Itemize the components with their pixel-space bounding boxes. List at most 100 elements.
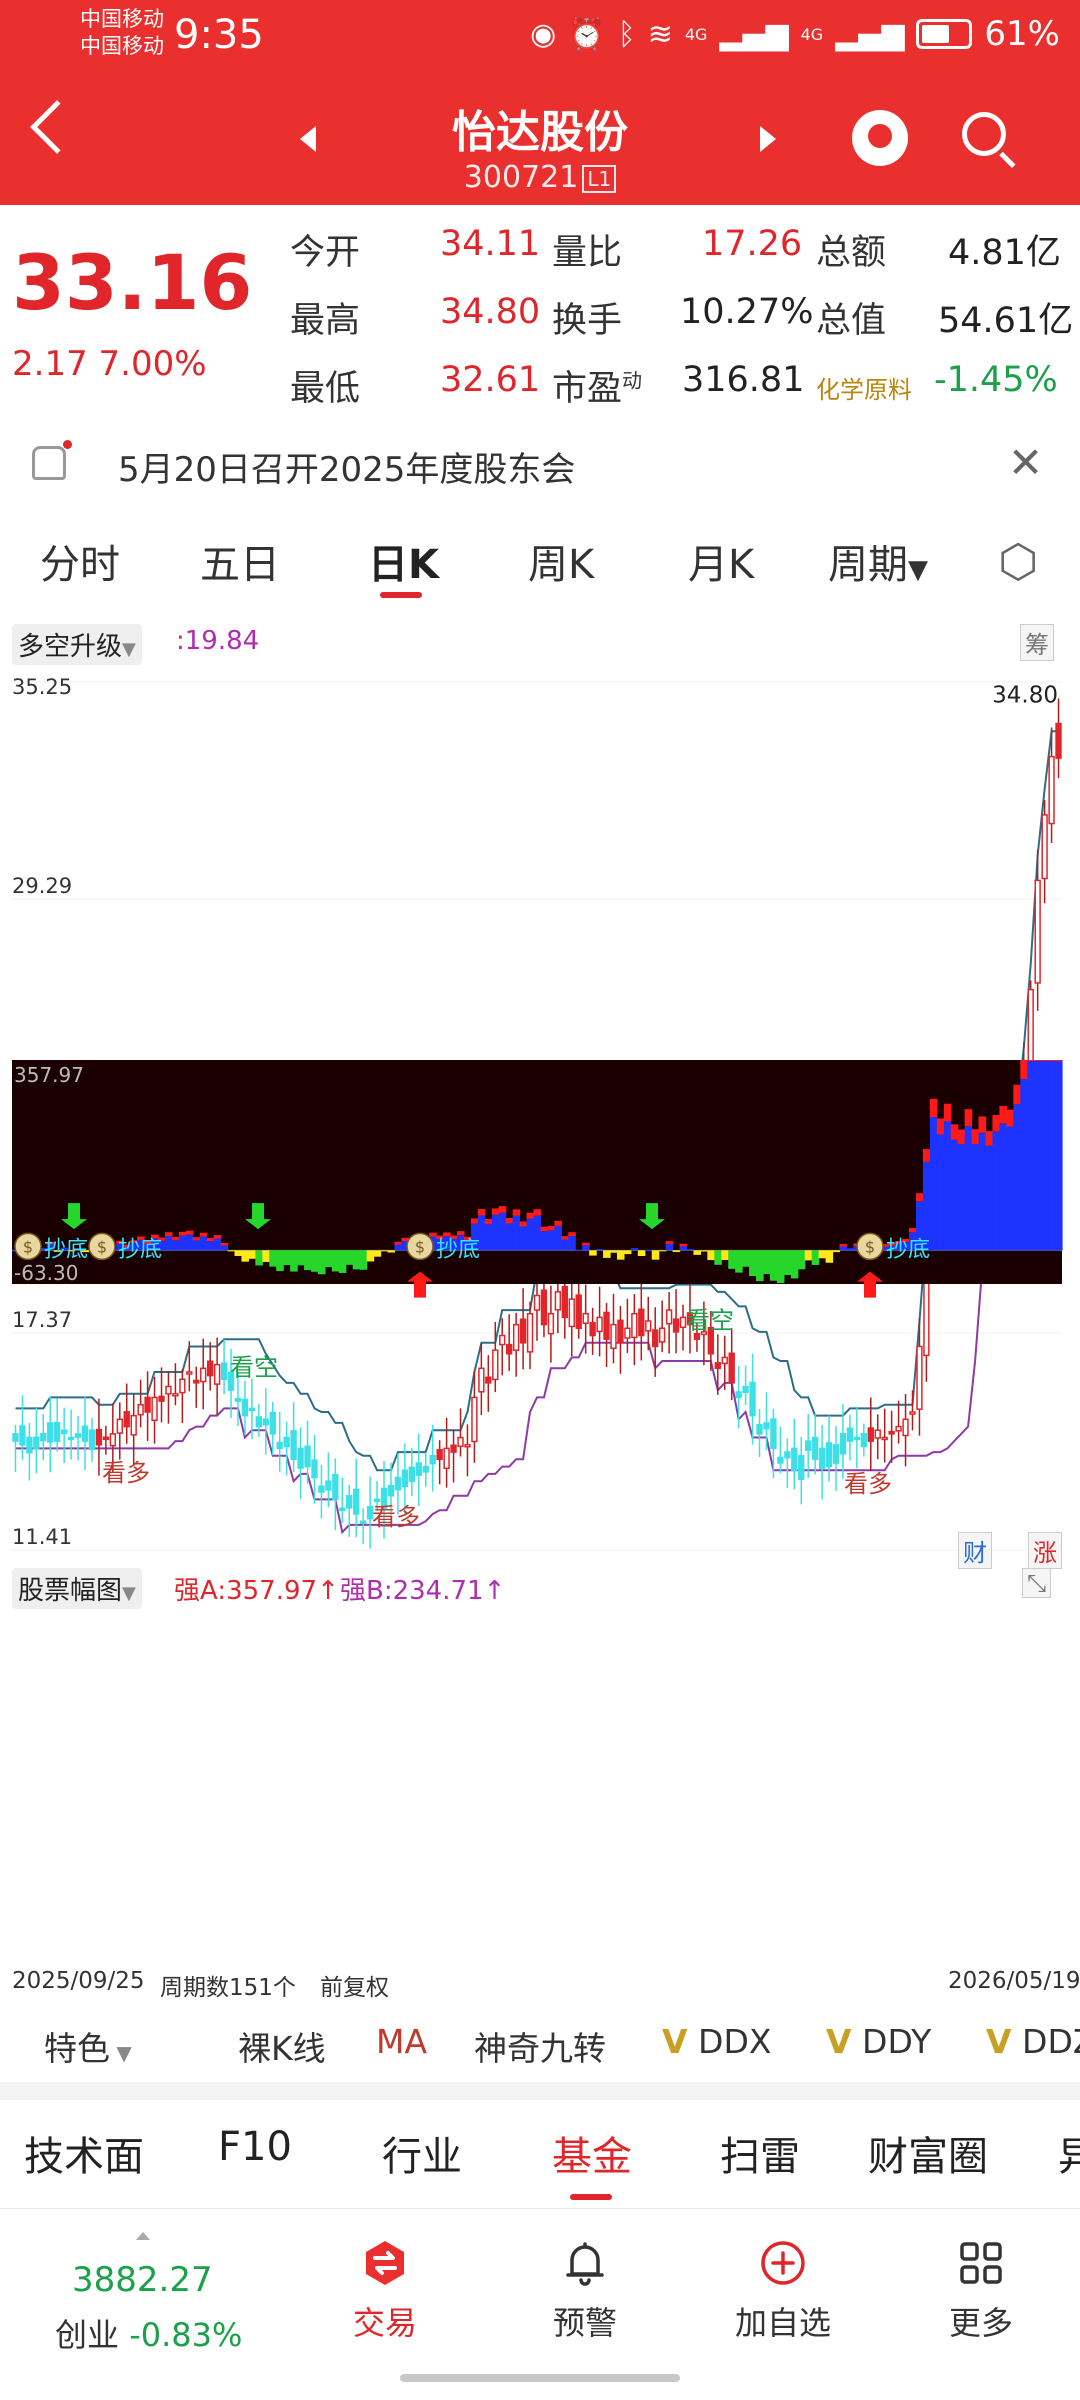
oscillator-cap [206, 1237, 215, 1242]
tab-fund[interactable]: 基金 [552, 2124, 632, 2182]
candle-body [881, 1436, 888, 1441]
v-icon: V [826, 2022, 852, 2061]
indicator-ma[interactable]: MA [376, 2022, 427, 2061]
divider [0, 2082, 1080, 2100]
indicator-nine-turn[interactable]: 神奇九转 [474, 2022, 606, 2070]
oscillator-cap [192, 1237, 201, 1241]
candle-body [561, 1285, 568, 1319]
tab-weekly-k[interactable]: 周K [528, 532, 594, 590]
finance-badge[interactable]: 财 [958, 1532, 992, 1569]
feature-selector[interactable]: 特色 ▼ [44, 2022, 132, 2070]
notice-bar[interactable]: 5月20日召开2025年度股东会 ✕ [0, 430, 1080, 500]
nav-add-watchlist[interactable]: 加自选 [718, 2238, 848, 2344]
nav-alert[interactable]: 预警 [520, 2238, 650, 2344]
oscillator-cap [568, 1232, 576, 1237]
chips-badge[interactable]: 筹 [1020, 624, 1054, 661]
search-icon[interactable] [962, 112, 1006, 156]
tab-risk-scan[interactable]: 扫雷 [720, 2124, 800, 2182]
chart-end-date: 2026/05/19 [948, 1968, 1080, 1994]
candle-body [206, 1360, 214, 1377]
tab-wealth-circle[interactable]: 财富圈 [868, 2124, 988, 2182]
sub-indicator-selector[interactable]: 股票幅图▼ [12, 1568, 142, 1609]
index-value[interactable]: 3882.27 [72, 2260, 213, 2300]
settings-hex-icon[interactable]: ⬡ [998, 534, 1038, 588]
oscillator-cap [561, 1236, 569, 1240]
mascot-icon[interactable] [852, 110, 908, 166]
kline-chart-svg[interactable]: 35.2529.2923.3317.3711.4134.80看空看多看多看空看多… [0, 610, 1080, 1990]
expand-icon[interactable]: ⤡ [1022, 1568, 1052, 1598]
tab-more-partial[interactable]: 异 [1058, 2124, 1080, 2182]
wifi-icon: ≋ [647, 16, 673, 52]
next-stock-icon[interactable] [760, 126, 776, 152]
oscillator-bar [936, 1134, 945, 1251]
prev-stock-icon[interactable] [300, 126, 316, 152]
change-amount: 2.17 [12, 344, 88, 384]
home-indicator[interactable] [400, 2374, 680, 2382]
oscillator-cap [470, 1218, 479, 1224]
oscillator-cap [512, 1209, 521, 1216]
tab-daily-k[interactable]: 日K [368, 532, 439, 590]
tab-period[interactable]: 周期▼ [828, 532, 928, 590]
candle-body [603, 1311, 610, 1340]
oscillator-bar [811, 1250, 820, 1265]
tab-f10[interactable]: F10 [218, 2124, 292, 2170]
oscillator-cap [839, 1244, 848, 1247]
signal-label: 看空 [686, 1306, 734, 1334]
turnover-rate-value: 10.27% [680, 292, 814, 332]
indicator-ddy[interactable]: V DDY [826, 2022, 931, 2061]
tab-five-day[interactable]: 五日 [200, 532, 280, 590]
candle-body [33, 1436, 40, 1450]
oscillator-cap [171, 1236, 180, 1241]
limit-up-badge[interactable]: 涨 [1028, 1532, 1062, 1569]
oscillator-bar [679, 1246, 688, 1251]
oscillator-cap [533, 1209, 542, 1216]
tab-technical[interactable]: 技术面 [24, 2124, 144, 2182]
main-indicator-selector[interactable]: 多空升级▼ [12, 624, 142, 665]
sector-label[interactable]: 化学原料 [816, 370, 912, 405]
candle-body [665, 1309, 673, 1325]
oscillator-cap [164, 1232, 173, 1237]
oscillator-bar [610, 1250, 618, 1253]
tab-monthly-k[interactable]: 月K [688, 532, 754, 590]
oscillator-bar [178, 1235, 187, 1251]
indicator-ddx[interactable]: V DDX [662, 2022, 771, 2061]
turnover-amount-label: 总额 [816, 233, 887, 273]
candle-body [533, 1294, 541, 1311]
sector-change[interactable]: -1.45% [934, 360, 1058, 400]
indicator-naked-k[interactable]: 裸K线 [238, 2022, 326, 2070]
oscillator-bar [644, 1250, 653, 1252]
back-arrow-icon[interactable] [30, 100, 84, 154]
oscillator-bar [345, 1250, 354, 1265]
candle-body [749, 1381, 756, 1417]
candle-body [47, 1422, 54, 1443]
tab-industry[interactable]: 行业 [382, 2124, 462, 2182]
index-name-change[interactable]: 创业 -0.83% [55, 2310, 242, 2356]
oscillator-cap [178, 1231, 187, 1236]
oscillator-bar [929, 1117, 938, 1251]
candle-body [679, 1316, 687, 1328]
nav-add-watchlist-label: 加自选 [734, 2304, 831, 2342]
level-badge: L1 [582, 164, 617, 193]
v-icon: V [986, 2022, 1012, 2061]
kline-chart-area[interactable]: 35.2529.2923.3317.3711.4134.80看空看多看多看空看多… [0, 610, 1080, 2001]
close-icon[interactable]: ✕ [1008, 438, 1043, 487]
tab-intraday[interactable]: 分时 [40, 532, 120, 590]
candle-body [1041, 814, 1048, 880]
nav-trade[interactable]: 交易 [320, 2238, 450, 2344]
oscillator-bar [199, 1236, 208, 1251]
indicator-ddz[interactable]: V DDZ [986, 2022, 1080, 2061]
oscillator-bar [554, 1225, 562, 1251]
nav-more[interactable]: 更多 [916, 2238, 1046, 2344]
candle-body [116, 1418, 123, 1434]
candle-body [290, 1430, 297, 1461]
chart-adjust-mode[interactable]: 前复权 [320, 1968, 389, 2002]
oscillator-cap [999, 1105, 1007, 1124]
candle-body [102, 1436, 110, 1440]
oscillator-bar [790, 1250, 799, 1279]
status-icons: ◉ ⏰ ᛒ ≋ 4G ▂▄▆ 4G ▂▄▆ 61% [530, 14, 1060, 54]
expand-up-icon[interactable] [136, 2232, 150, 2240]
divider [0, 2208, 1080, 2209]
candle-body [832, 1444, 840, 1464]
oscillator-bar [957, 1144, 966, 1251]
notice-text[interactable]: 5月20日召开2025年度股东会 [118, 442, 575, 491]
